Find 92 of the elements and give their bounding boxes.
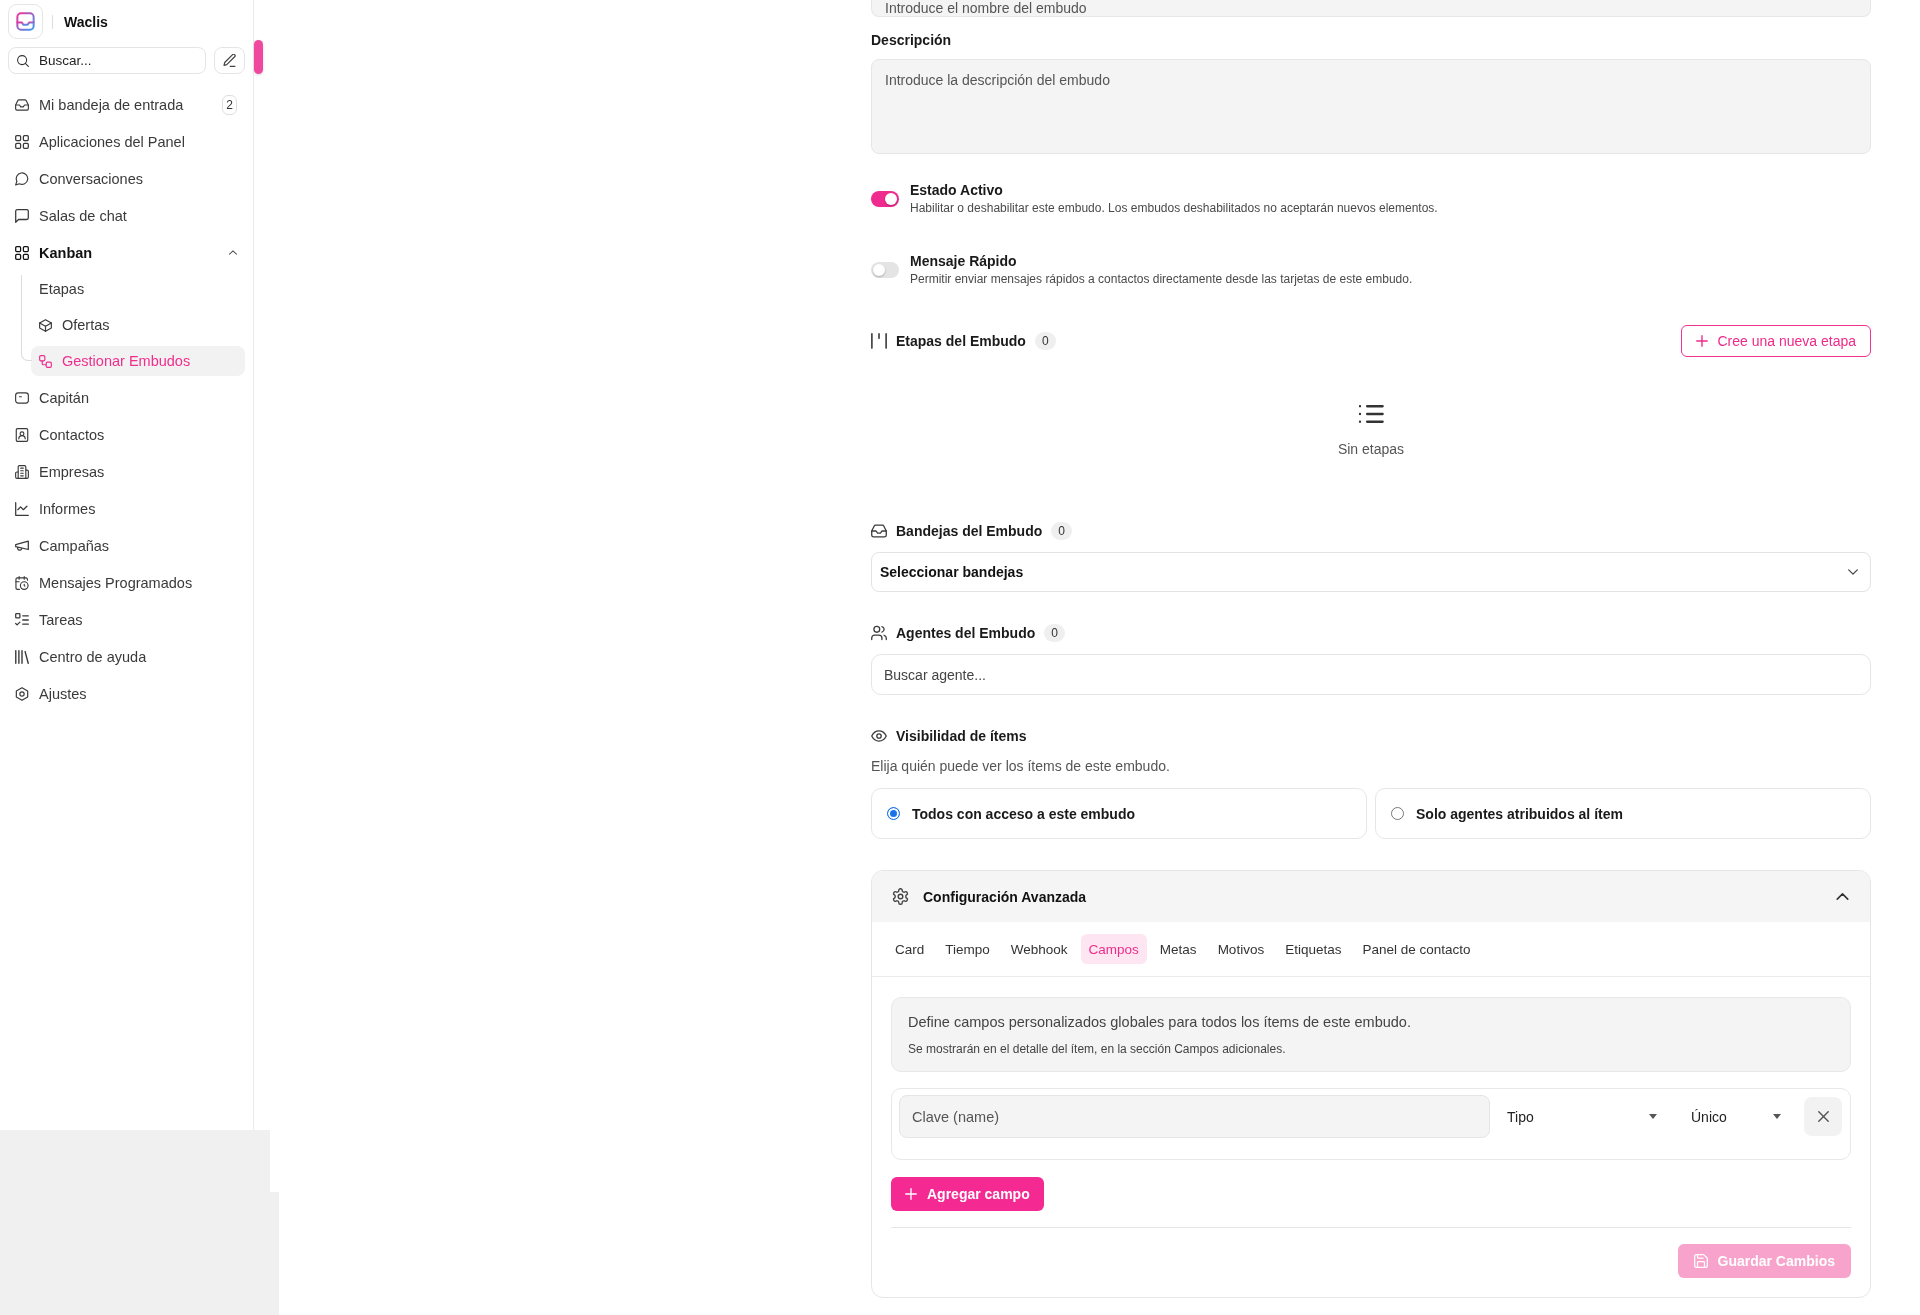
sidebar-item[interactable]: Centro de ayuda bbox=[8, 638, 245, 675]
tab[interactable]: Metas bbox=[1151, 934, 1205, 964]
tab[interactable]: Tiempo bbox=[937, 934, 998, 964]
toggle-title: Estado Activo bbox=[910, 181, 1004, 199]
tab[interactable]: Etiquetas bbox=[1277, 934, 1350, 964]
inbox-select[interactable]: Seleccionar bandejas bbox=[871, 552, 1871, 592]
sidebar-subitem[interactable]: Etapas bbox=[31, 274, 245, 304]
list-icon bbox=[1358, 403, 1384, 425]
hint-text: Elija quién puede ver los ítems de este embudo. bbox=[871, 757, 1171, 776]
toggle-switch[interactable] bbox=[871, 191, 899, 207]
toggle-switch[interactable] bbox=[871, 262, 899, 278]
agent-search-field[interactable]: Buscar agente... bbox=[871, 654, 1871, 695]
users-icon bbox=[871, 625, 887, 641]
sidebar-item[interactable]: Empresas bbox=[8, 453, 245, 490]
pencil-icon bbox=[223, 54, 236, 67]
nodes-icon bbox=[39, 354, 52, 368]
sidebar-item[interactable]: Aplicaciones del Panel bbox=[8, 123, 245, 160]
sidebar-collapse-handle[interactable] bbox=[254, 40, 263, 74]
info-text: Define campos personalizados globales para todos los ítems de este embudo. bbox=[908, 1013, 1412, 1032]
contact-card-icon bbox=[15, 427, 29, 442]
advanced-settings-header[interactable]: Configuración Avanzada bbox=[872, 871, 1870, 922]
radio-option[interactable]: Todos con acceso a este embudo bbox=[871, 788, 1367, 839]
search-icon bbox=[17, 54, 29, 67]
toggle-description: Habilitar o deshabilitar este embudo. Los embudos deshabilitados no aceptarán nuevos elementos. bbox=[910, 200, 1438, 217]
sidebar-item[interactable]: Capitán bbox=[8, 379, 245, 416]
tray-logo-icon bbox=[8, 4, 43, 39]
sidebar-item[interactable]: Conversaciones bbox=[8, 160, 245, 197]
screen-icon bbox=[15, 390, 29, 405]
count-badge: 0 bbox=[1044, 624, 1065, 642]
books-icon bbox=[15, 649, 29, 664]
field-label: Descripción bbox=[871, 31, 953, 50]
name-field[interactable]: Introduce el nombre del embudo bbox=[871, 0, 1871, 17]
radio-button[interactable] bbox=[1391, 807, 1404, 820]
sidebar-item[interactable]: Ajustes bbox=[8, 675, 245, 712]
sidebar-item[interactable]: Informes bbox=[8, 490, 245, 527]
section-title: Agentes del Embudo bbox=[896, 625, 1036, 641]
settings-icon bbox=[892, 888, 909, 905]
sidebar-item[interactable]: Campañas bbox=[8, 527, 245, 564]
checklist-icon bbox=[15, 612, 29, 627]
count-badge: 2 bbox=[222, 94, 237, 115]
line-chart-icon bbox=[15, 501, 29, 516]
save-icon bbox=[1693, 1254, 1708, 1268]
toggle-description: Permitir enviar mensajes rápidos a contactos directamente desde las tarjetas de este embudo. bbox=[910, 271, 1413, 288]
chevron-down-icon bbox=[1848, 569, 1858, 575]
sidebar-item[interactable]: Mi bandeja de entrada 2 bbox=[8, 86, 245, 123]
eye-icon bbox=[871, 728, 887, 744]
empty-state-text: Sin etapas bbox=[1337, 440, 1405, 459]
field-key-input[interactable]: Clave (name) bbox=[899, 1095, 1490, 1138]
description-field[interactable]: Introduce la descripción del embudo bbox=[871, 59, 1871, 154]
radio-button[interactable] bbox=[887, 807, 900, 820]
tab[interactable]: Motivos bbox=[1209, 934, 1273, 964]
box-icon bbox=[39, 318, 52, 332]
caret-down-icon bbox=[1649, 1114, 1657, 1119]
count-badge: 0 bbox=[1051, 522, 1072, 540]
section-title: Etapas del Embudo bbox=[896, 333, 1026, 349]
sidebar-item[interactable]: Kanban bbox=[8, 234, 245, 271]
chat-bubble-icon bbox=[15, 171, 29, 186]
close-icon bbox=[1817, 1111, 1829, 1122]
add-field-button[interactable]: Agregar campo bbox=[891, 1177, 1044, 1211]
plus-icon bbox=[1696, 335, 1709, 347]
building-icon bbox=[15, 464, 29, 479]
grid-icon bbox=[15, 245, 29, 260]
sidebar-subitem[interactable]: Ofertas bbox=[31, 310, 245, 340]
toggle-title: Mensaje Rápido bbox=[910, 252, 1018, 270]
info-note: Se mostrarán en el detalle del ítem, en la sección Campos adicionales. bbox=[908, 1041, 1287, 1057]
calendar-clock-icon bbox=[15, 575, 29, 590]
tab[interactable]: Webhook bbox=[1002, 934, 1076, 964]
grid-icon bbox=[15, 134, 29, 149]
radio-option[interactable]: Solo agentes atribuidos al ítem bbox=[1375, 788, 1871, 839]
tab[interactable]: Panel de contacto bbox=[1354, 934, 1479, 964]
field-type-select[interactable]: Tipo bbox=[1498, 1095, 1668, 1138]
count-badge: 0 bbox=[1034, 332, 1056, 350]
settings-icon bbox=[15, 686, 29, 701]
sidebar-item[interactable]: Salas de chat bbox=[8, 197, 245, 234]
sidebar-item[interactable]: Mensajes Programados bbox=[8, 564, 245, 601]
sidebar-item[interactable]: Tareas bbox=[8, 601, 245, 638]
add-stage-button[interactable]: Cree una nueva etapa bbox=[1681, 325, 1871, 357]
inbox-icon bbox=[15, 97, 29, 112]
caret-down-icon bbox=[1773, 1114, 1781, 1119]
tab[interactable]: Card bbox=[887, 934, 933, 964]
section-title: Visibilidad de ítems bbox=[896, 728, 1027, 744]
sidebar-item[interactable]: Contactos bbox=[8, 416, 245, 453]
megaphone-icon bbox=[15, 538, 29, 553]
section-title: Bandejas del Embudo bbox=[896, 523, 1043, 539]
columns-icon bbox=[871, 333, 887, 349]
field-mode-select[interactable]: Único bbox=[1682, 1095, 1792, 1138]
search-field[interactable]: Buscar... bbox=[8, 47, 206, 74]
brand-name: Waclis bbox=[64, 13, 108, 30]
compose-button[interactable] bbox=[214, 47, 245, 74]
inbox-icon bbox=[871, 523, 887, 539]
remove-field-button[interactable] bbox=[1804, 1097, 1842, 1136]
plus-icon bbox=[905, 1188, 917, 1200]
